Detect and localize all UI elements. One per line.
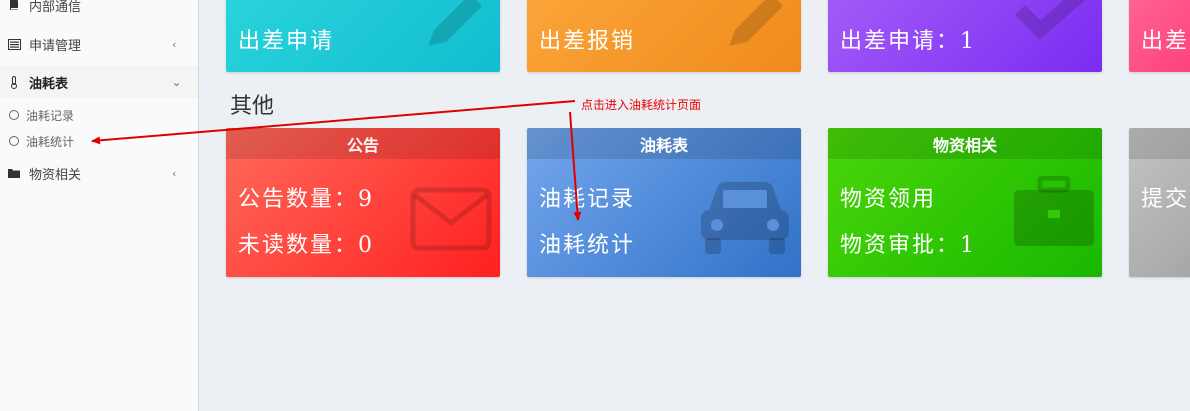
card-text: 出差 (1141, 29, 1190, 54)
card-materials[interactable]: 物资相关 物资领用 物资审批：1 (828, 128, 1102, 277)
sidebar-subitem-fuel-record[interactable]: 油耗记录 (0, 102, 198, 128)
sidebar: 内部通信 申请管理 ‹ 油耗表 ⌄ 油耗记录 油耗统计 物资相关 ‹ (0, 0, 199, 411)
card-header: 油耗表 (527, 128, 801, 159)
folder-icon (7, 166, 21, 180)
fuel-statistics-link[interactable]: 油耗统计 (539, 227, 635, 259)
card-line[interactable]: 提交 (1141, 181, 1189, 213)
sidebar-subitem-label: 油耗记录 (26, 108, 75, 123)
card-text: 出差报销 (539, 29, 636, 54)
sidebar-item-label: 申请管理 (29, 38, 82, 54)
list-icon (7, 37, 21, 51)
card-text: 出差申请：1 (840, 29, 976, 54)
sidebar-item-internal-comm[interactable]: 内部通信 (0, 0, 198, 20)
card-travel-application-count[interactable]: 出差申请：1 (828, 0, 1102, 72)
card-fuel-table[interactable]: 油耗表 油耗记录 油耗统计 (527, 128, 801, 277)
chevron-left-icon: ‹ (172, 166, 177, 180)
chevron-down-icon: ⌄ (172, 75, 182, 89)
card-header: 公告 (226, 128, 500, 159)
card-header: 物资相关 (828, 128, 1102, 159)
car-icon (701, 182, 789, 254)
sidebar-item-label: 内部通信 (29, 0, 82, 15)
chevron-left-icon: ‹ (172, 37, 177, 51)
sidebar-item-application-mgmt[interactable]: 申请管理 ‹ (0, 29, 198, 59)
annotation-text: 点击进入油耗统计页面 (581, 98, 702, 112)
fuel-record-link[interactable]: 油耗记录 (539, 181, 635, 213)
sidebar-item-label: 油耗表 (29, 76, 69, 92)
check-icon (1015, 0, 1086, 40)
card-text: 出差申请 (238, 29, 335, 54)
envelope-icon (410, 187, 492, 251)
thermometer-icon (7, 75, 21, 89)
card-travel-reimbursement[interactable]: 出差报销 (527, 0, 801, 72)
sidebar-item-fuel-table[interactable]: 油耗表 ⌄ (0, 66, 198, 98)
card-notices[interactable]: 公告 公告数量：9 未读数量：0 (226, 128, 500, 277)
sidebar-subitem-label: 油耗统计 (26, 134, 75, 149)
sidebar-subitem-fuel-statistics[interactable]: 油耗统计 (0, 128, 198, 154)
card-line: 公告数量：9 (238, 187, 374, 212)
sidebar-item-label: 物资相关 (29, 167, 82, 183)
card-line: 未读数量：0 (238, 233, 374, 258)
card-header (1129, 128, 1190, 159)
briefcase-icon (1014, 176, 1094, 246)
card-travel-partial[interactable]: 出差 (1129, 0, 1190, 72)
pencil-icon (428, 0, 482, 46)
sidebar-item-materials[interactable]: 物资相关 ‹ (0, 158, 198, 188)
book-icon (7, 0, 21, 12)
card-submit[interactable]: 提交 (1129, 128, 1190, 277)
card-travel-application[interactable]: 出差申请 (226, 0, 500, 72)
card-line[interactable]: 物资领用 (840, 181, 936, 213)
circle-icon (9, 110, 19, 120)
pencil-icon (729, 0, 783, 46)
section-title: 其他 (230, 94, 275, 119)
circle-icon (9, 136, 19, 146)
card-line[interactable]: 物资审批：1 (840, 227, 976, 259)
